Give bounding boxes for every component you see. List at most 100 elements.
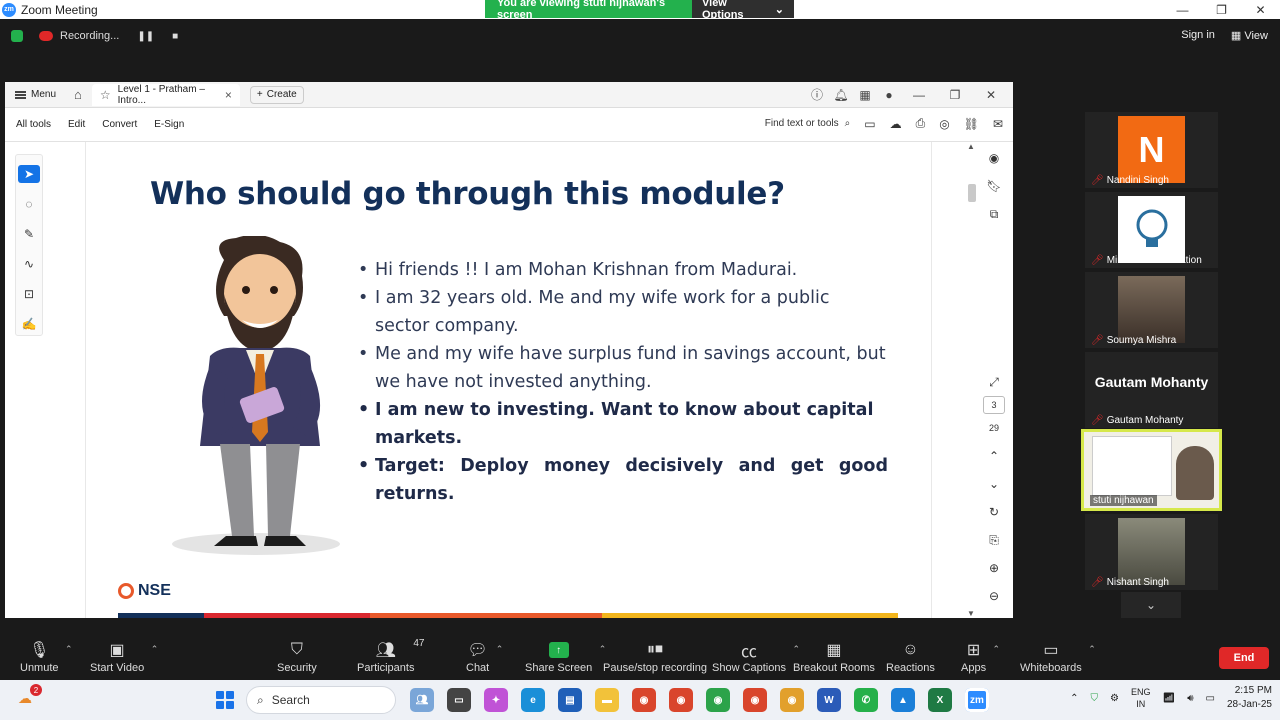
chevron-up-icon[interactable]: ⌃ — [1088, 644, 1096, 655]
volume-icon[interactable]: 🔊︎ — [1187, 693, 1193, 704]
start-button[interactable] — [216, 691, 234, 709]
ai-assistant-icon[interactable]: ◉ — [983, 144, 1005, 172]
bell-icon[interactable]: 🔔︎ — [833, 88, 849, 102]
home-icon[interactable]: ⌂ — [74, 87, 82, 102]
clock[interactable]: 2:15 PM 28-Jan-25 — [1227, 684, 1272, 712]
text-box-icon[interactable]: ⊡ — [18, 285, 40, 303]
scroll-thumb[interactable] — [968, 184, 976, 202]
share-screen-button[interactable]: ↑ Share Screen ⌃ — [525, 638, 606, 674]
chrome-profile-icon[interactable]: ◉ — [780, 688, 804, 712]
apps-button[interactable]: ⊞ Apps ⌃ — [961, 638, 1000, 674]
participant-tile[interactable]: Gautam Mohanty 🎤︎ Gautam Mohanty — [1085, 352, 1218, 428]
chrome-profile-icon[interactable]: ◉ — [669, 688, 693, 712]
participant-tile[interactable]: 🎤︎ Nishant Singh — [1085, 514, 1218, 590]
pages-icon[interactable]: ⧉ — [983, 200, 1005, 228]
participant-tile[interactable]: N 🎤︎ Nandini Singh — [1085, 112, 1218, 188]
unmute-button[interactable]: 🎙︎ Unmute ⌃ — [20, 638, 73, 674]
pause-recording-control[interactable]: ⏸⏹ Pause/stop recording — [603, 638, 707, 674]
chevron-up-icon[interactable]: ⌃ — [1070, 693, 1078, 704]
fullscreen-icon[interactable]: ⤢ — [983, 368, 1005, 396]
zoom-out-icon[interactable]: ⊖ — [983, 582, 1005, 610]
upload-cloud-icon[interactable]: ☁ — [890, 117, 902, 131]
share-user-icon[interactable]: ◎ — [939, 117, 949, 131]
sign-stamp-icon[interactable]: ✍ — [18, 315, 40, 333]
encryption-shield-icon[interactable] — [11, 30, 23, 42]
task-view-icon[interactable]: ▭ — [447, 688, 471, 712]
participant-tile[interactable]: 🎤︎ MindClub Foundation — [1085, 192, 1218, 268]
menu-button[interactable]: Menu — [15, 89, 56, 100]
gallery-scroll-down-button[interactable]: ⌄ — [1121, 592, 1181, 618]
chevron-up-icon[interactable]: ⌃ — [65, 644, 73, 655]
edge-browser-icon[interactable]: e — [521, 688, 545, 712]
pause-recording-button[interactable]: ❚❚ — [137, 31, 154, 42]
link-icon[interactable]: ⛓ — [964, 117, 979, 131]
store-icon[interactable]: ▤ — [558, 688, 582, 712]
end-meeting-button[interactable]: End — [1219, 647, 1269, 669]
chrome-profile-icon[interactable]: ◉ — [706, 688, 730, 712]
close-tab-icon[interactable]: × — [225, 88, 232, 102]
start-video-button[interactable]: ▣ Start Video ⌃ — [90, 638, 158, 674]
toolbar-esign[interactable]: E-Sign — [154, 119, 184, 130]
chat-button[interactable]: 💬︎ Chat ⌃ — [466, 638, 503, 674]
toolbar-all-tools[interactable]: All tools — [16, 119, 51, 130]
reactions-button[interactable]: ☺ Reactions — [886, 638, 935, 674]
chrome-profile-icon[interactable]: ◉ — [743, 688, 767, 712]
extract-page-icon[interactable]: ⎘ — [983, 526, 1005, 554]
profile-icon[interactable]: ● — [881, 88, 897, 102]
bookmark-icon[interactable]: 🔖︎ — [983, 172, 1005, 200]
acrobat-restore-button[interactable]: ❐ — [941, 88, 969, 102]
draw-lasso-icon[interactable]: ∿ — [18, 255, 40, 273]
star-icon[interactable]: ☆ — [100, 88, 111, 102]
chevron-up-icon[interactable]: ⌃ — [993, 644, 1001, 655]
maximize-button[interactable]: ❐ — [1202, 0, 1241, 19]
show-captions-button[interactable]: ㏄ Show Captions ⌃ — [712, 638, 800, 674]
whatsapp-icon[interactable]: ✆ — [854, 688, 878, 712]
document-tab[interactable]: ☆ Level 1 - Pratham – Intro... × — [91, 83, 240, 106]
people-app-icon[interactable]: 👥︎ — [410, 688, 434, 712]
zoom-in-icon[interactable]: ⊕ — [983, 554, 1005, 582]
wifi-icon[interactable]: 📶︎ — [1163, 693, 1176, 704]
active-speaker-tile[interactable]: stuti nijhawan — [1081, 429, 1222, 511]
toolbar-convert[interactable]: Convert — [102, 119, 137, 130]
participants-button[interactable]: 👥︎ 47 Participants — [357, 638, 424, 674]
minimize-button[interactable]: — — [1163, 0, 1202, 19]
view-menu-button[interactable]: ▦ View — [1231, 29, 1268, 42]
comment-icon[interactable]: ◌ — [18, 195, 40, 213]
chevron-up-icon[interactable]: ⌃ — [151, 644, 159, 655]
file-explorer-icon[interactable]: ▬ — [595, 688, 619, 712]
zoom-app-icon[interactable]: zm — [965, 688, 989, 712]
acrobat-minimize-button[interactable]: — — [905, 88, 933, 102]
find-tools-search[interactable]: Find text or tools ⌕ — [765, 118, 851, 129]
excel-icon[interactable]: X — [928, 688, 952, 712]
chevron-up-icon[interactable]: ⌃ — [496, 644, 504, 655]
battery-icon[interactable]: ▭ — [1206, 693, 1215, 704]
breakout-rooms-button[interactable]: ▦ Breakout Rooms — [793, 638, 875, 674]
acrobat-close-button[interactable]: ✕ — [977, 88, 1005, 102]
network-settings-icon[interactable]: ⚙ — [1110, 693, 1119, 704]
previous-page-icon[interactable]: ⌃ — [983, 442, 1005, 470]
email-icon[interactable]: ✉ — [993, 117, 1003, 131]
highlight-pen-icon[interactable]: ✎ — [18, 225, 40, 243]
toolbar-edit[interactable]: Edit — [68, 119, 85, 130]
apps-grid-icon[interactable]: ▦ — [857, 88, 873, 102]
stop-recording-button[interactable]: ■ — [172, 31, 178, 42]
current-page-field[interactable]: 3 — [983, 396, 1005, 414]
help-icon[interactable]: ⓘ — [809, 86, 825, 103]
photos-icon[interactable]: ▲ — [891, 688, 915, 712]
security-button[interactable]: ⛉ Security — [277, 638, 317, 674]
rotate-icon[interactable]: ↻ — [983, 498, 1005, 526]
vertical-scrollbar[interactable]: ▲ ▼ — [965, 142, 977, 618]
copilot-icon[interactable]: ✦ — [484, 688, 508, 712]
taskbar-search[interactable]: ⌕ Search — [246, 686, 396, 714]
scroll-up-arrow-icon[interactable]: ▲ — [967, 142, 975, 151]
close-button[interactable]: ✕ — [1241, 0, 1280, 19]
whiteboards-button[interactable]: ▭ Whiteboards ⌃ — [1020, 638, 1096, 674]
sign-in-link[interactable]: Sign in — [1181, 29, 1215, 42]
word-icon[interactable]: W — [817, 688, 841, 712]
next-page-icon[interactable]: ⌄ — [983, 470, 1005, 498]
chrome-icon[interactable]: ◉ — [632, 688, 656, 712]
security-tray-icon[interactable]: ⛉ — [1091, 693, 1099, 704]
widgets-button[interactable]: ☁ 2 — [18, 684, 42, 710]
create-button[interactable]: + Create — [249, 85, 304, 104]
participant-tile[interactable]: 🎤︎ Soumya Mishra — [1085, 272, 1218, 348]
